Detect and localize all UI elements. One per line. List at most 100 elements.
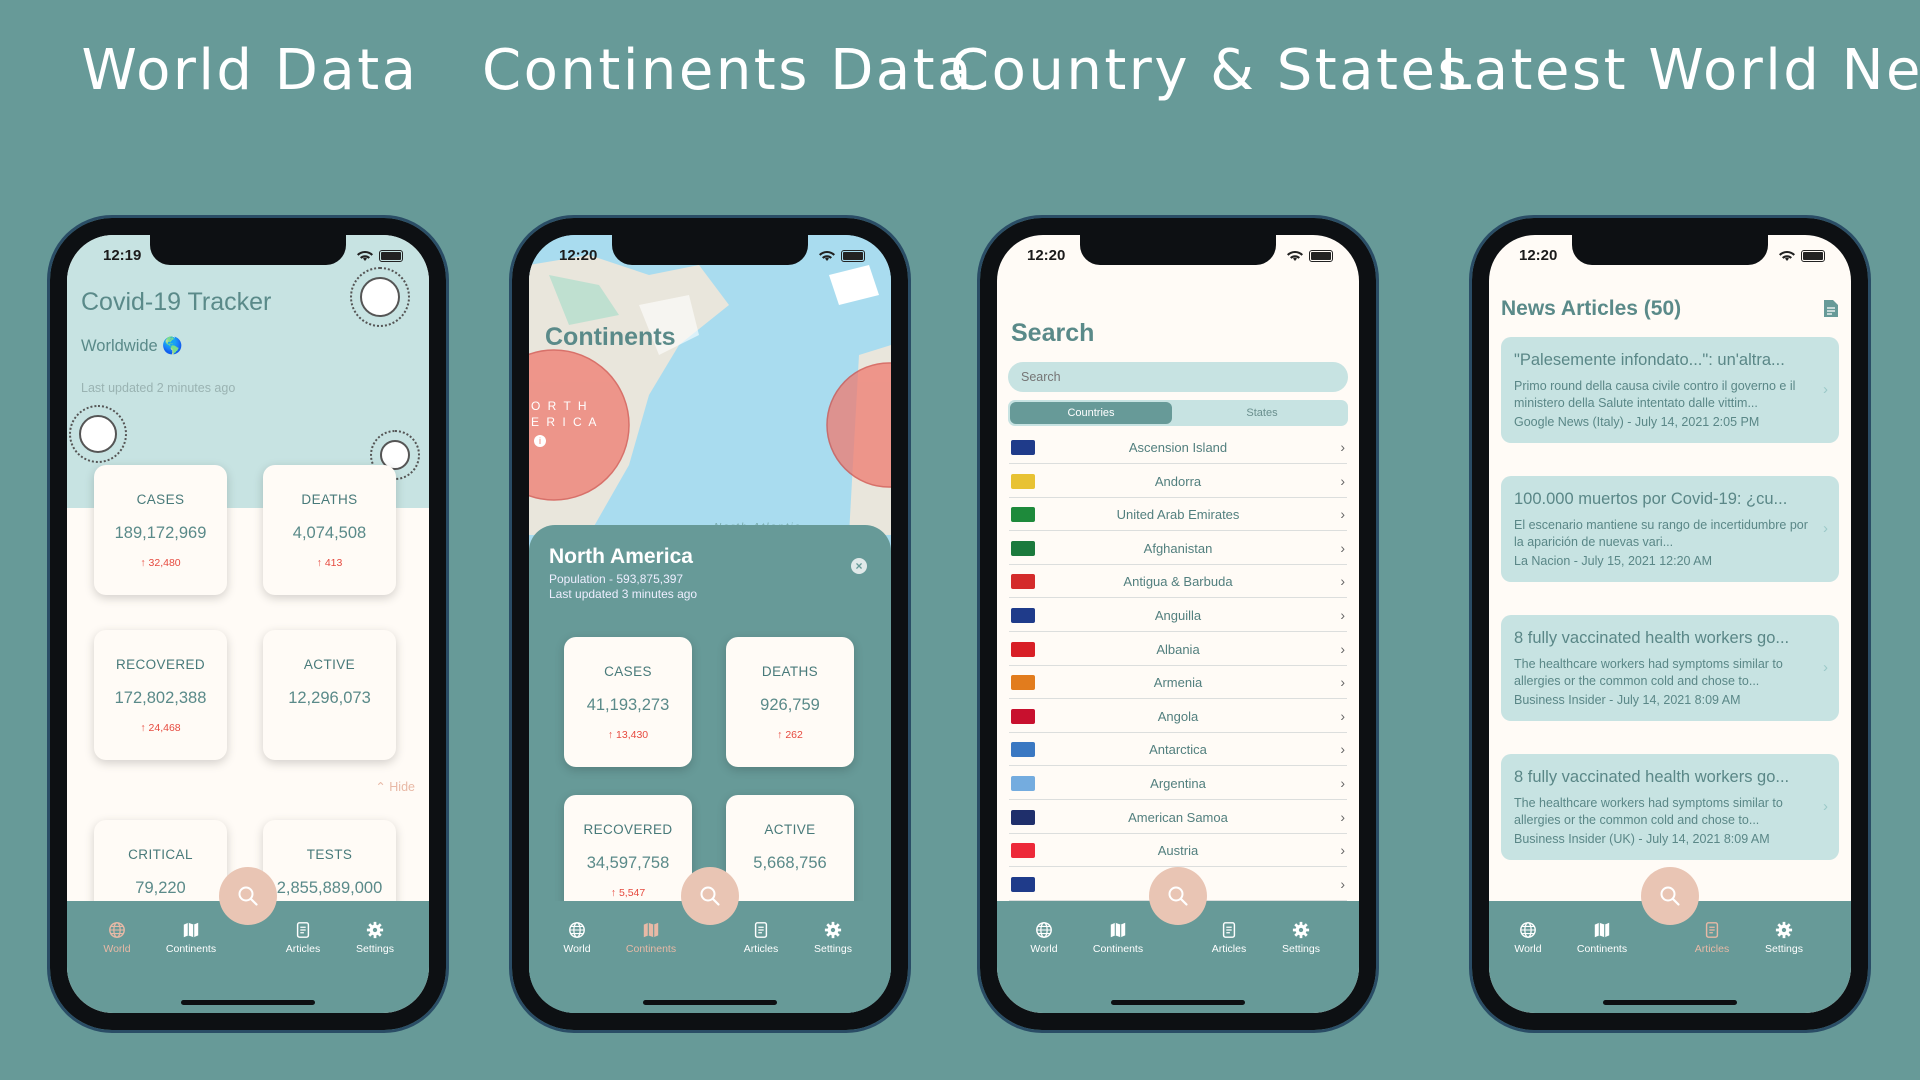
document-icon[interactable] [1823, 299, 1839, 318]
stat-value: 189,172,969 [114, 524, 207, 542]
country-row[interactable]: American Samoa › [1009, 801, 1347, 834]
search-button[interactable] [681, 867, 739, 925]
stat-label: RECOVERED [583, 822, 673, 837]
country-row[interactable]: Ascension Island › [1009, 431, 1347, 464]
screen-news: 12:20 News Articles (50) "Palesemente in… [1489, 235, 1851, 1013]
segment-states[interactable]: States [1178, 402, 1346, 424]
search-button[interactable] [219, 867, 277, 925]
last-updated: Last updated 2 minutes ago [81, 381, 236, 395]
chevron-right-icon: › [1340, 808, 1345, 825]
country-row[interactable]: Armenia › [1009, 666, 1347, 700]
tab-world[interactable]: World [80, 921, 154, 955]
country-row[interactable]: Austria › [1009, 834, 1347, 868]
marker-label: O R T H [531, 399, 589, 413]
country-row[interactable]: Antarctica › [1009, 733, 1347, 767]
tab-settings[interactable]: Settings [1747, 921, 1821, 955]
segment-countries[interactable]: Countries [1010, 402, 1172, 424]
news-title: "Palesemente infondato...": un'altra... [1514, 351, 1785, 369]
tab-articles[interactable]: Articles [724, 921, 798, 955]
stat-delta: ↑ 5,547 [610, 887, 646, 899]
stat-card-cases: CASES 41,193,273 ↑ 13,430 [564, 637, 692, 767]
stat-delta: ↑ 413 [316, 557, 343, 569]
map-icon [183, 922, 199, 938]
country-row[interactable]: Argentina › [1009, 767, 1347, 800]
country-row[interactable]: Afghanistan › [1009, 532, 1347, 565]
chevron-right-icon: › [1340, 506, 1345, 523]
chevron-right-icon: › [1340, 439, 1345, 455]
news-description: Primo round della causa civile contro il… [1514, 379, 1796, 410]
news-card[interactable]: 8 fully vaccinated health workers go... T… [1501, 615, 1839, 721]
hide-toggle[interactable]: ⌃ Hide [375, 779, 415, 794]
virus-decoration-icon [69, 405, 127, 463]
segmented-control: Countries States [1008, 400, 1348, 426]
tab-articles[interactable]: Articles [266, 921, 340, 955]
close-icon[interactable]: × [851, 558, 867, 574]
tab-world[interactable]: World [1007, 921, 1081, 955]
stat-label: TESTS [306, 847, 353, 862]
country-row[interactable]: Andorra › [1009, 465, 1347, 498]
tab-settings[interactable]: Settings [796, 921, 870, 955]
continent-name: North America [549, 545, 693, 568]
map-icon [1110, 922, 1126, 938]
stat-value: 12,296,073 [288, 689, 371, 707]
country-row[interactable]: Antigua & Barbuda › [1009, 565, 1347, 599]
gear-icon [824, 921, 842, 939]
stat-value: 34,597,758 [586, 854, 670, 872]
page-title: Search [1011, 319, 1095, 347]
tab-settings[interactable]: Settings [338, 921, 412, 955]
screen-world: 12:19 Covid-19 Tracker Worldwide 🌎 Last … [67, 235, 429, 1013]
country-row[interactable]: Anguilla › [1009, 599, 1347, 632]
news-card[interactable]: 100.000 muertos por Covid-19: ¿cu... El e… [1501, 476, 1839, 582]
continent-population: Population - 593,875,397 [549, 572, 684, 586]
status-time: 12:19 [103, 247, 142, 264]
search-button[interactable] [1641, 867, 1699, 925]
tab-continents[interactable]: Continents [1081, 921, 1155, 955]
news-description: The healthcare workers had symptoms simi… [1514, 657, 1783, 688]
world-map[interactable] [529, 235, 891, 535]
search-icon [1168, 886, 1188, 906]
country-row[interactable]: United Arab Emirates › [1009, 498, 1347, 532]
stat-value: 5,668,756 [753, 854, 827, 872]
tab-continents[interactable]: Continents [154, 921, 228, 955]
country-name: Austria [1157, 843, 1199, 859]
tab-articles[interactable]: Articles [1192, 921, 1266, 955]
stat-card-active: ACTIVE 12,296,073 [263, 630, 396, 760]
country-name: Andorra [1154, 473, 1202, 489]
document-icon [1222, 922, 1236, 938]
search-icon [238, 886, 258, 906]
search-button[interactable] [1149, 867, 1207, 925]
stat-label: DEATHS [301, 492, 358, 507]
chevron-right-icon: › [1823, 659, 1828, 676]
country-name: Albania [1156, 641, 1200, 657]
tab-continents[interactable]: Continents [614, 921, 688, 955]
stat-value: 926,759 [760, 696, 820, 714]
tab-world[interactable]: World [1491, 921, 1565, 955]
tab-settings[interactable]: Settings [1264, 921, 1338, 955]
tab-articles[interactable]: Articles [1675, 921, 1749, 955]
country-name: Anguilla [1154, 608, 1202, 623]
wifi-icon [1779, 250, 1795, 261]
country-name: Angola [1157, 708, 1199, 724]
country-row[interactable]: Angola › [1009, 700, 1347, 733]
news-card[interactable]: "Palesemente infondato...": un'altra... P… [1501, 337, 1839, 443]
phone-search: 12:20 Search Countries States Ascension … [977, 215, 1379, 1033]
search-input[interactable] [1008, 362, 1348, 392]
news-list: "Palesemente infondato...": un'altra... P… [1489, 337, 1851, 901]
heading-continents-data: Continents Data [482, 38, 974, 103]
news-card[interactable]: 8 fully vaccinated health workers go... T… [1501, 754, 1839, 860]
document-icon [754, 922, 768, 938]
news-source: Business Insider (UK) - July 14, 2021 8:… [1514, 832, 1770, 846]
home-indicator [643, 1000, 777, 1005]
stat-label: RECOVERED [115, 657, 206, 672]
region-label: Worldwide 🌎 [81, 337, 183, 355]
chevron-right-icon: › [1340, 607, 1345, 623]
country-row[interactable]: Albania › [1009, 633, 1347, 666]
phone-world: 12:19 Covid-19 Tracker Worldwide 🌎 Last … [47, 215, 449, 1033]
tab-world[interactable]: World [540, 921, 614, 955]
gear-icon [366, 921, 384, 939]
page-title: Continents [545, 323, 676, 351]
tab-continents[interactable]: Continents [1565, 921, 1639, 955]
info-icon[interactable]: i [534, 435, 546, 447]
home-indicator [1111, 1000, 1245, 1005]
stat-delta: ↑ 13,430 [607, 729, 649, 741]
